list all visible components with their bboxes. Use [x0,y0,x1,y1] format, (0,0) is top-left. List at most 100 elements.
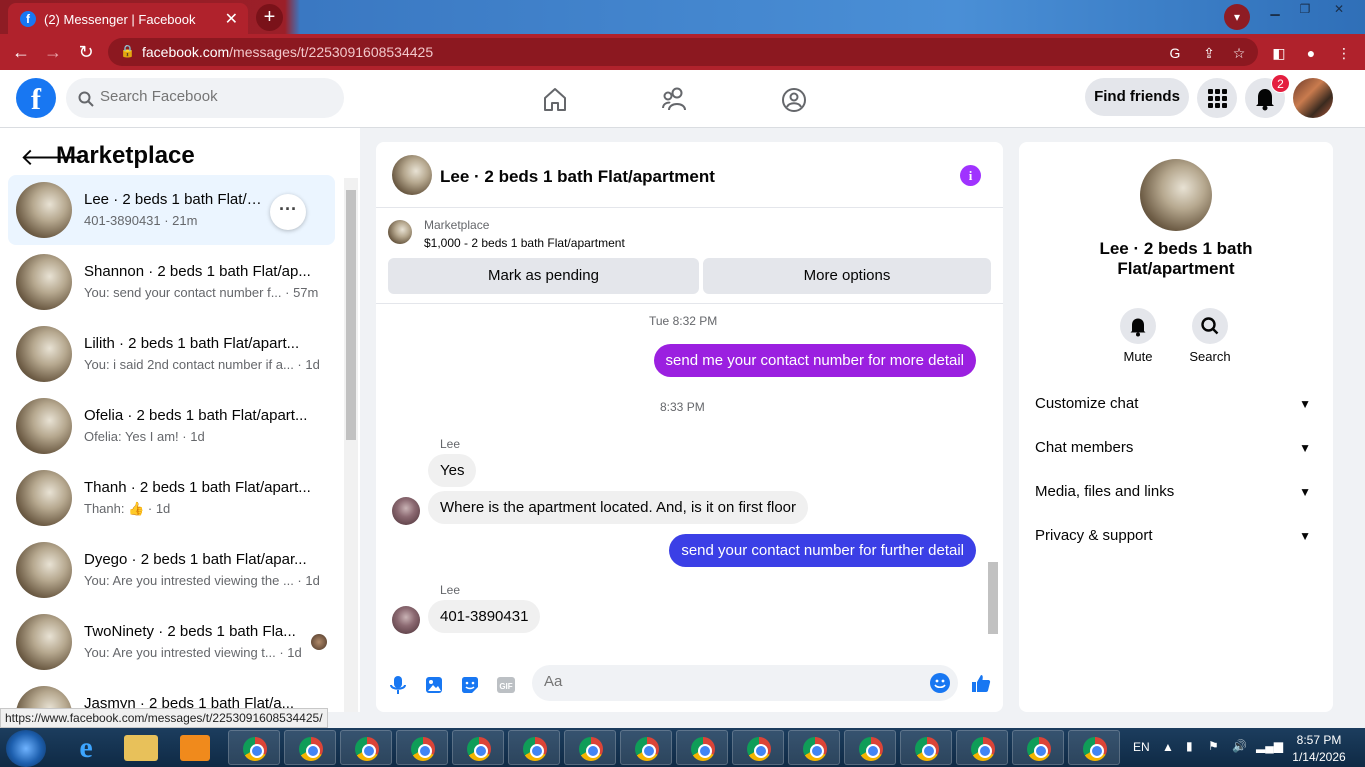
taskbar-chrome-window[interactable] [508,730,560,765]
network-icon[interactable]: ▂▄▆ [1256,739,1283,753]
taskbar-chrome-window[interactable] [564,730,616,765]
sidebar-scroll-thumb[interactable] [346,190,356,440]
conversation-snippet: 401-3890431 · 21m [84,213,198,228]
conversation-item[interactable]: Lee · 2 beds 1 bath Flat/apartment 401-3… [8,175,335,245]
browser-tab[interactable]: f (2) Messenger | Facebook ✕ [8,3,248,34]
gif-icon[interactable]: GIF [495,674,517,696]
taskbar-chrome-window[interactable] [956,730,1008,765]
facebook-header: f Find friends [0,70,1365,128]
mute-button[interactable] [1120,308,1156,344]
search-conversation-button[interactable] [1192,308,1228,344]
account-avatar[interactable] [1293,78,1333,118]
taskbar-chrome-window[interactable] [844,730,896,765]
sidebar-title: Marketplace [56,142,195,169]
internet-explorer-icon[interactable]: e [68,732,104,764]
taskbar-chrome-window[interactable] [228,730,280,765]
chat-title[interactable]: Lee · 2 beds 1 bath Flat/apartment [440,167,715,187]
mute-label: Mute [1123,349,1153,364]
language-indicator[interactable]: EN [1133,740,1150,754]
listing-thumbnail [388,220,412,244]
sticker-icon[interactable] [459,674,481,696]
clock[interactable]: 8:57 PM 1/14/2026 [1285,733,1353,764]
conversation-name: Lilith · 2 beds 1 bath Flat/apart... [84,335,300,352]
taskbar-chrome-window[interactable] [284,730,336,765]
message-input[interactable] [544,673,924,690]
media-files-links-row[interactable]: Media, files and links ▼ [1035,472,1317,512]
conversation-item[interactable]: Lilith · 2 beds 1 bath Flat/apart... You… [8,319,335,389]
restore-icon[interactable]: ❐ [1290,0,1320,18]
chat-avatar[interactable] [392,155,432,195]
conversation-item[interactable]: TwoNinety · 2 beds 1 bath Fla... You: Ar… [8,607,335,677]
photo-icon[interactable] [423,674,445,696]
microphone-icon[interactable] [387,674,409,696]
file-explorer-icon[interactable] [124,735,158,761]
taskbar-chrome-window[interactable] [676,730,728,765]
flag-icon[interactable]: ⚑ [1208,739,1219,753]
share-icon[interactable]: ⇪ [1199,43,1219,63]
customize-chat-row[interactable]: Customize chat ▼ [1035,384,1317,424]
taskbar-chrome-window[interactable] [452,730,504,765]
search-box[interactable] [66,78,344,118]
taskbar-chrome-window[interactable] [620,730,672,765]
close-tab-icon[interactable]: ✕ [225,9,238,29]
profile-icon[interactable]: ● [1301,43,1321,63]
taskbar-chrome-window[interactable] [732,730,784,765]
taskbar-chrome-window[interactable] [1012,730,1064,765]
start-button[interactable] [6,730,46,767]
conversation-item[interactable]: Shannon · 2 beds 1 bath Flat/ap... You: … [8,247,335,317]
svg-text:GIF: GIF [499,682,512,691]
conversation-avatar [16,542,72,598]
message-input-box[interactable] [532,665,958,701]
menu-kebab-icon[interactable]: ⋮ [1334,43,1354,63]
taskbar-chrome-window[interactable] [340,730,392,765]
show-hidden-icons-icon[interactable]: ▲ [1162,740,1174,754]
minimize-icon[interactable]: ▁ [1260,0,1290,18]
conversation-item[interactable]: Ofelia · 2 beds 1 bath Flat/apart... Ofe… [8,391,335,461]
message-list: Tue 8:32 PM send me your contact number … [376,304,1003,664]
media-player-icon[interactable] [180,735,210,761]
incoming-message: Where is the apartment located. And, is … [428,491,809,524]
thumbs-up-icon[interactable] [970,672,992,694]
outgoing-message: send me your contact number for more det… [653,344,976,377]
info-icon[interactable]: i [960,165,981,186]
tab-search-button[interactable]: ▾ [1224,4,1250,30]
home-icon[interactable] [537,82,573,118]
menu-grid-button[interactable] [1197,78,1237,118]
conversation-item[interactable]: Dyego · 2 beds 1 bath Flat/apar... You: … [8,535,335,605]
chat-scroll-thumb[interactable] [988,562,998,634]
timestamp: Tue 8:32 PM [649,314,718,328]
friends-icon[interactable] [657,82,693,118]
taskbar-chrome-window[interactable] [900,730,952,765]
sender-avatar [392,606,420,634]
taskbar-chrome-window[interactable] [788,730,840,765]
new-tab-button[interactable]: + [256,4,283,31]
conversation-name: Ofelia · 2 beds 1 bath Flat/apart... [84,407,308,424]
more-options-button[interactable]: More options [703,258,991,294]
privacy-support-row[interactable]: Privacy & support ▼ [1035,516,1317,556]
forward-icon[interactable]: → [42,41,64,63]
find-friends-button[interactable]: Find friends [1085,78,1189,116]
address-bar[interactable]: 🔒 facebook.com/messages/t/22530916085344… [108,38,1258,66]
clock-time: 8:57 PM [1296,733,1342,747]
taskbar-chrome-window[interactable] [1068,730,1120,765]
conversation-item[interactable]: Thanh · 2 beds 1 bath Flat/apart... Than… [8,463,335,533]
taskbar-chrome-window[interactable] [396,730,448,765]
google-lens-icon[interactable]: G [1165,43,1185,63]
emoji-icon[interactable] [929,672,951,694]
back-icon[interactable]: ← [10,41,32,63]
groups-icon[interactable] [776,82,812,118]
mark-as-pending-button[interactable]: Mark as pending [388,258,699,294]
sender-name: Lee [440,437,461,451]
more-options-icon[interactable]: ··· [270,194,306,230]
side-panel-icon[interactable]: ◧ [1269,43,1289,63]
conversation-avatar [16,326,72,382]
bookmark-star-icon[interactable]: ☆ [1229,43,1249,63]
search-input[interactable] [100,88,330,105]
search-label: Search [1189,349,1231,364]
facebook-logo-icon[interactable]: f [16,78,56,118]
chat-members-row[interactable]: Chat members ▼ [1035,428,1317,468]
close-window-icon[interactable]: ✕ [1324,0,1354,18]
volume-icon[interactable]: 🔊 [1232,739,1247,753]
battery-icon[interactable]: ▮ [1186,739,1193,753]
reload-icon[interactable]: ↻ [75,41,97,63]
